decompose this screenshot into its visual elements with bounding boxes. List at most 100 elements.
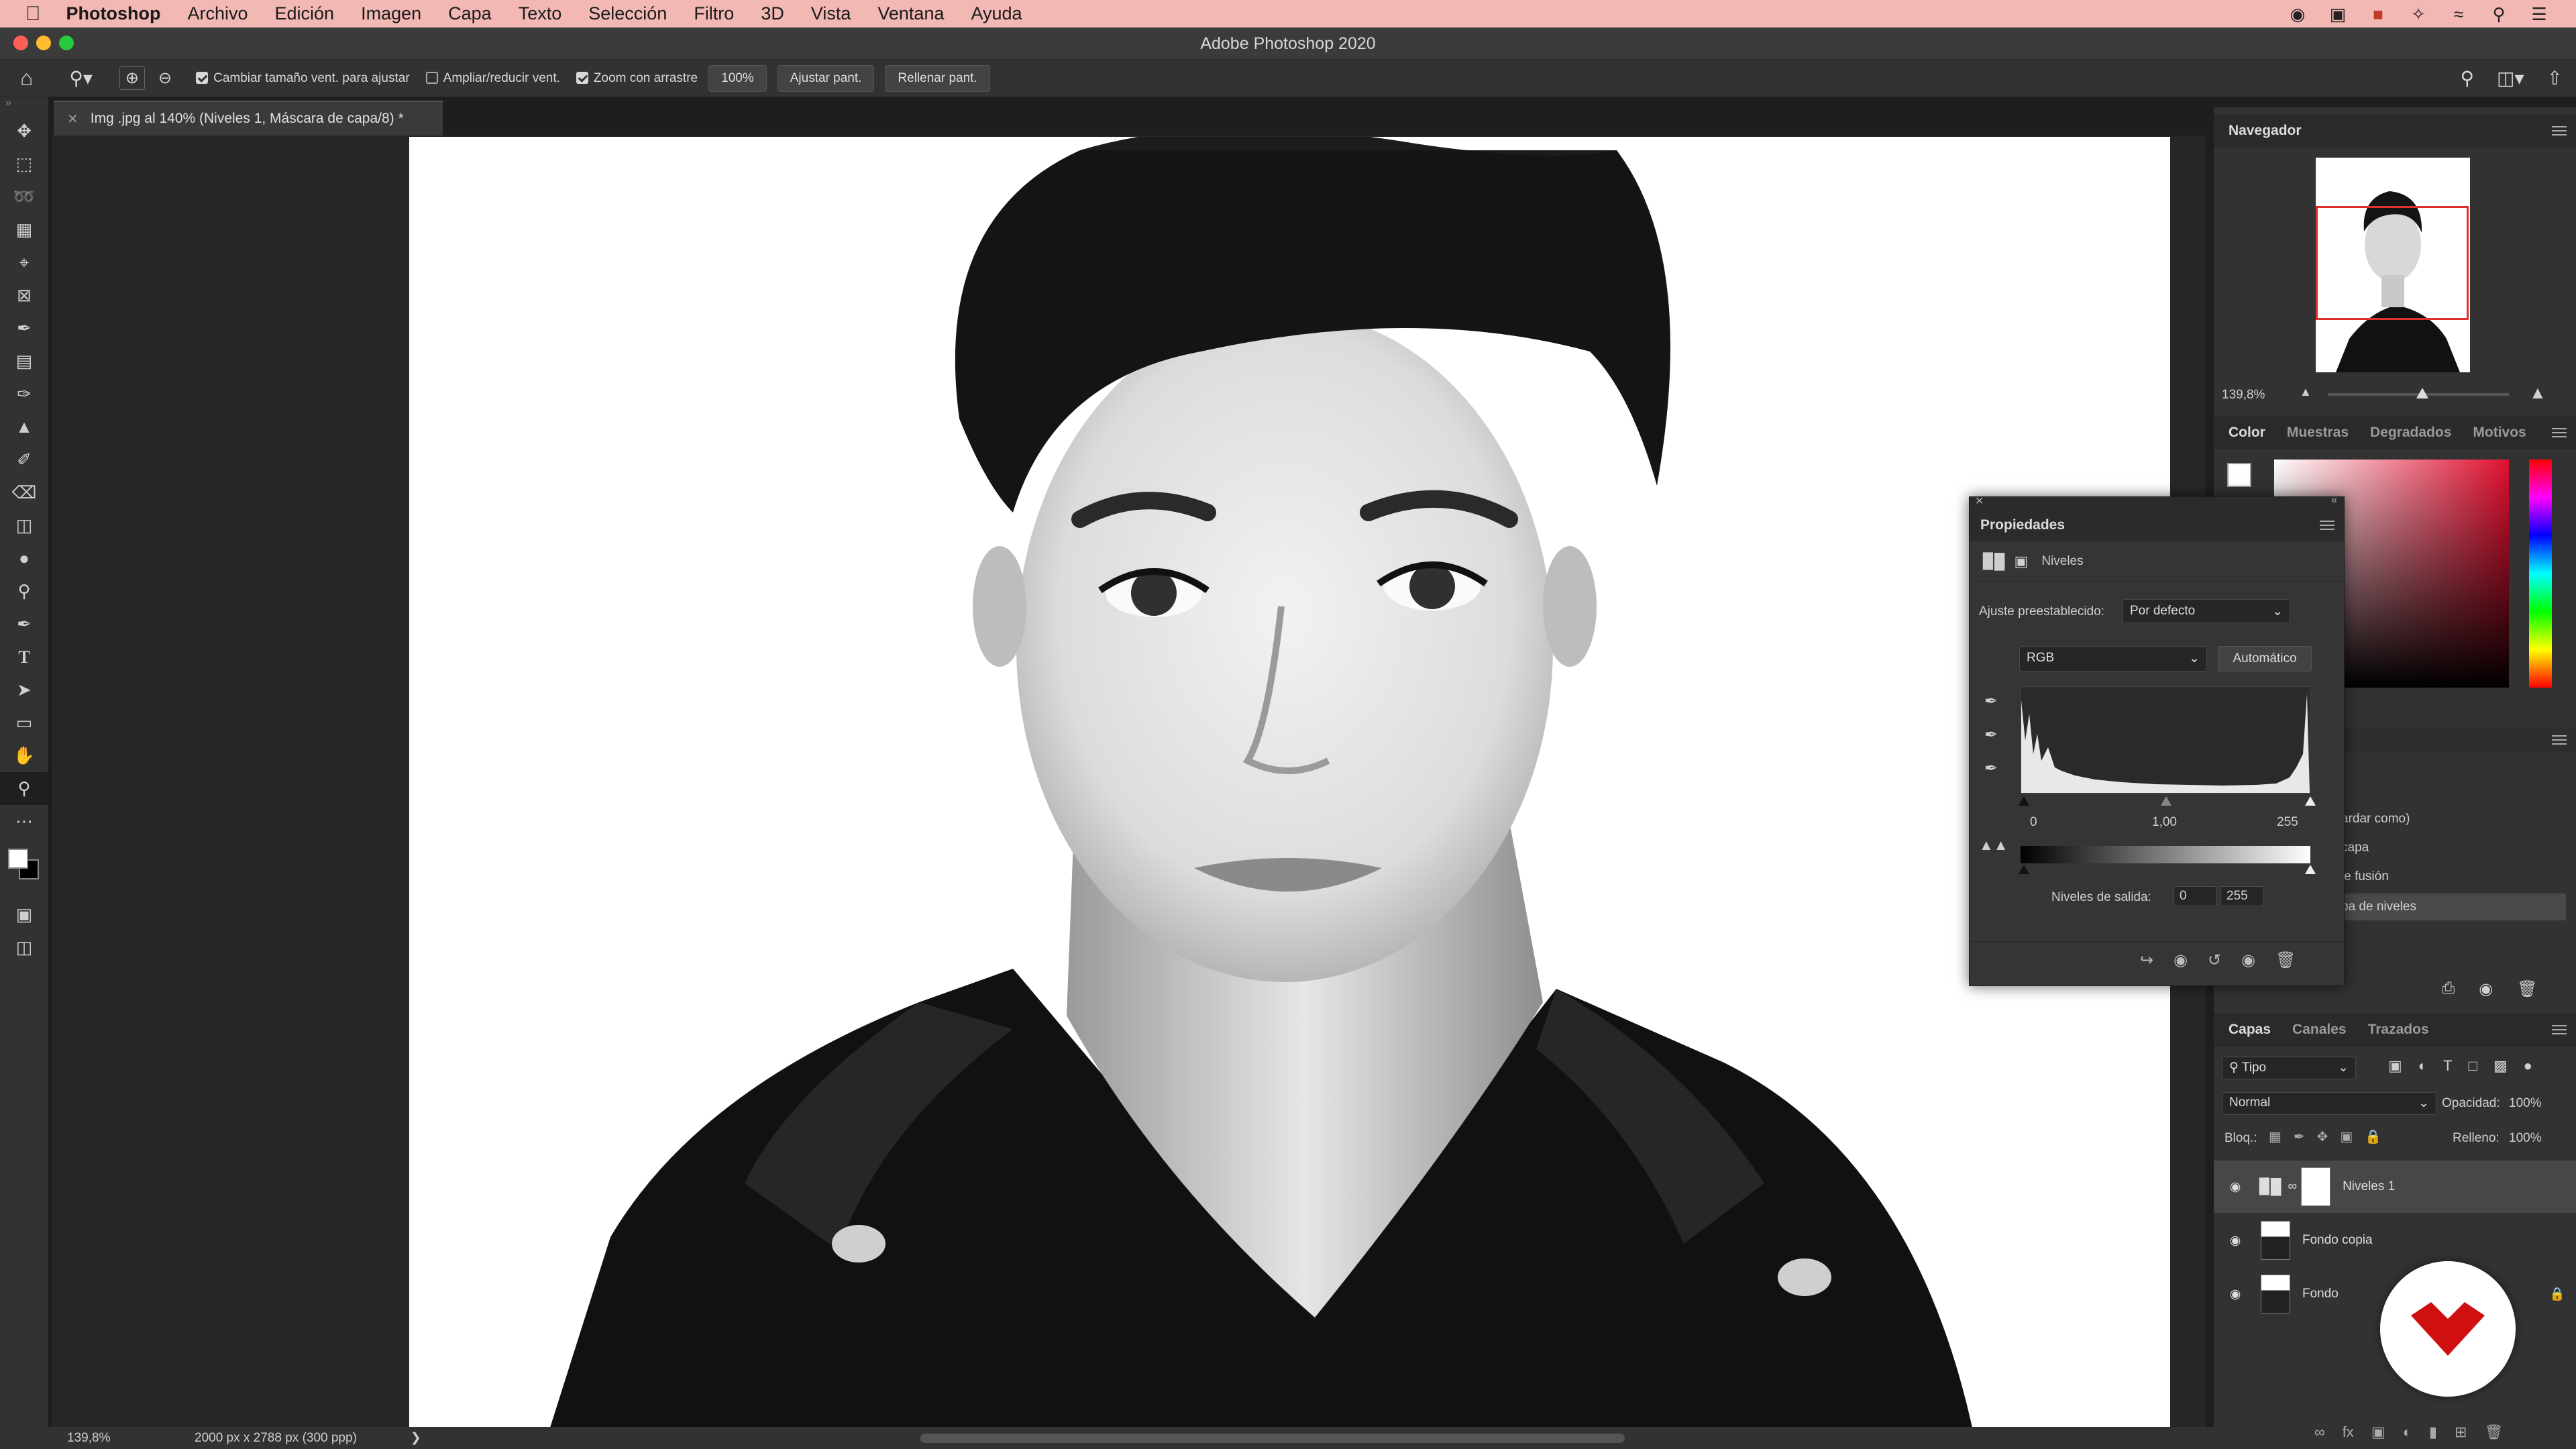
status-menu-arrow-icon[interactable]: ❯ (411, 1430, 421, 1446)
navigator-thumbnail[interactable] (2316, 158, 2470, 372)
tab-paths[interactable]: Trazados (2368, 1022, 2429, 1038)
search-icon[interactable]: ⚲ (2461, 67, 2475, 89)
navigator-zoom-slider[interactable] (2328, 388, 2509, 398)
auto-button[interactable]: Automático (2218, 646, 2312, 672)
menu-imagen[interactable]: Imagen (361, 3, 421, 24)
add-mask-icon[interactable]: ▣ (2371, 1424, 2385, 1441)
zoom-tool-preset-icon[interactable]: ⚲▾ (69, 67, 93, 89)
new-document-from-state-icon[interactable]: ⎙ (2442, 979, 2455, 999)
frame-tool-icon[interactable]: ⊠ (0, 279, 48, 312)
history-brush-tool-icon[interactable]: ✐ (0, 443, 48, 476)
lock-position-icon[interactable]: ✥ (2317, 1128, 2328, 1145)
input-gamma-slider[interactable] (2161, 796, 2171, 806)
layers-menu-icon[interactable] (2552, 1025, 2567, 1034)
properties-titlebar[interactable]: ✕ « (1970, 494, 2344, 509)
history-item[interactable]: ardar como) (2341, 812, 2410, 826)
history-item[interactable]: le fusión (2341, 869, 2389, 884)
network-icon[interactable]: ✧ (2408, 4, 2428, 24)
opacity-value[interactable]: 100% (2509, 1096, 2542, 1111)
brush-tool-icon[interactable]: ✑ (0, 378, 48, 411)
menu-ventana[interactable]: Ventana (877, 3, 944, 24)
navigator-menu-icon[interactable] (2552, 126, 2567, 136)
scrubby-zoom-checkbox[interactable] (576, 72, 588, 85)
clipping-warning-icon[interactable]: ▲▲ (1979, 837, 2008, 854)
channel-select[interactable]: RGB ⌄ (2019, 646, 2207, 672)
input-black-slider[interactable] (2019, 796, 2029, 806)
fill-screen-button[interactable]: Rellenar pant. (885, 64, 990, 92)
filter-pixel-icon[interactable]: ▣ (2388, 1057, 2402, 1075)
tab-swatches[interactable]: Muestras (2287, 425, 2349, 441)
fit-screen-button[interactable]: Ajustar pant. (777, 64, 875, 92)
white-point-eyedropper-icon[interactable]: ✒ (1984, 759, 1998, 778)
eyedropper-tool-icon[interactable]: ✒ (0, 312, 48, 345)
layer-row-fondo-copia[interactable]: ◉ Fondo copia (2214, 1214, 2576, 1267)
delete-layer-icon[interactable]: 🗑 (2484, 1424, 2503, 1441)
new-group-icon[interactable]: ▮ (2429, 1424, 2437, 1441)
eraser-tool-icon[interactable]: ⌫ (0, 476, 48, 509)
screen-mirror-icon[interactable]: ▣ (2328, 4, 2348, 24)
lock-artboard-icon[interactable]: ▣ (2340, 1128, 2353, 1145)
input-black-value[interactable]: 0 (2030, 815, 2037, 830)
workspace-icon[interactable]: ◫▾ (2497, 67, 2524, 89)
lasso-tool-icon[interactable]: ➿ (0, 180, 48, 213)
tab-patterns[interactable]: Motivos (2473, 425, 2526, 441)
history-item[interactable]: capa (2341, 841, 2369, 855)
filter-adjustment-icon[interactable]: ◐ (2418, 1057, 2427, 1075)
menu-filtro[interactable]: Filtro (694, 3, 734, 24)
lock-pixels-icon[interactable]: ✒ (2294, 1128, 2305, 1145)
foreground-color-swatch[interactable] (8, 849, 28, 869)
menu-vista[interactable]: Vista (811, 3, 851, 24)
tab-color[interactable]: Color (2229, 425, 2265, 441)
collapse-properties-icon[interactable]: « (2331, 494, 2337, 506)
black-point-eyedropper-icon[interactable]: ✒ (1984, 692, 1998, 711)
preset-select[interactable]: Por defecto ⌄ (2123, 599, 2290, 623)
navigator-zoom-slider-thumb[interactable] (2416, 388, 2428, 398)
lock-transparency-icon[interactable]: ▦ (2269, 1128, 2282, 1145)
levels-properties-icon[interactable]: ▉█ (1983, 553, 2005, 570)
zoom-tool-icon[interactable]: ⚲ (0, 772, 48, 805)
filter-type-icon[interactable]: T (2443, 1057, 2452, 1075)
notification-center-icon[interactable]: ☰ (2529, 4, 2549, 24)
toggle-visibility-icon[interactable]: ◉ (2241, 951, 2255, 970)
zoom-out-small-icon[interactable]: ▲ (2300, 385, 2312, 399)
layer-row-niveles[interactable]: ◉ ▉█ ∞ Niveles 1 (2214, 1161, 2576, 1213)
zoom-all-windows-option[interactable]: Ampliar/reducir vent. (425, 71, 560, 86)
fill-value[interactable]: 100% (2509, 1131, 2542, 1146)
filter-toggle-icon[interactable]: ● (2524, 1057, 2532, 1075)
visibility-eye-icon[interactable]: ◉ (2224, 1176, 2246, 1197)
mask-link-icon[interactable]: ∞ (2288, 1179, 2298, 1194)
clip-to-layer-icon[interactable]: ↪ (2140, 951, 2153, 970)
app-status-icon[interactable]: ■ (2368, 4, 2388, 24)
healing-brush-tool-icon[interactable]: ▤ (0, 345, 48, 378)
mask-properties-icon[interactable]: ▣ (2015, 553, 2029, 570)
visibility-eye-icon[interactable]: ◉ (2224, 1283, 2246, 1305)
menu-texto[interactable]: Texto (519, 3, 562, 24)
clone-stamp-tool-icon[interactable]: ▲ (0, 411, 48, 443)
output-white-slider[interactable] (2305, 865, 2316, 874)
path-selection-tool-icon[interactable]: ➤ (0, 674, 48, 706)
menu-seleccion[interactable]: Selección (588, 3, 667, 24)
wifi-icon[interactable]: ≈ (2449, 4, 2469, 24)
blur-tool-icon[interactable]: ● (0, 542, 48, 575)
delete-adjustment-icon[interactable]: 🗑 (2275, 951, 2296, 970)
layer-name[interactable]: Niveles 1 (2343, 1179, 2395, 1194)
hue-slider[interactable] (2529, 460, 2552, 688)
collapse-toolbar-icon[interactable]: » (0, 97, 48, 115)
menu-archivo[interactable]: Archivo (187, 3, 248, 24)
menu-app-photoshop[interactable]: Photoshop (66, 3, 161, 24)
new-layer-icon[interactable]: ⊞ (2455, 1424, 2467, 1441)
layer-style-fx-icon[interactable]: fx (2343, 1424, 2354, 1441)
filter-shape-icon[interactable]: □ (2469, 1057, 2477, 1075)
navigator-zoom-value[interactable]: 139,8% (2222, 388, 2265, 402)
horizontal-scrollbar[interactable] (920, 1434, 1625, 1443)
output-black-value[interactable]: 0 (2174, 886, 2216, 906)
record-icon[interactable]: ◉ (2288, 4, 2308, 24)
history-menu-icon[interactable] (2552, 735, 2567, 745)
dodge-tool-icon[interactable]: ⚲ (0, 575, 48, 608)
hand-tool-icon[interactable]: ✋ (0, 739, 48, 772)
object-selection-tool-icon[interactable]: ▦ (0, 213, 48, 246)
zoom-all-windows-checkbox[interactable] (425, 72, 438, 85)
edit-toolbar-icon[interactable]: ⋯ (0, 805, 48, 838)
menu-capa[interactable]: Capa (448, 3, 492, 24)
properties-title[interactable]: Propiedades (1980, 517, 2065, 533)
